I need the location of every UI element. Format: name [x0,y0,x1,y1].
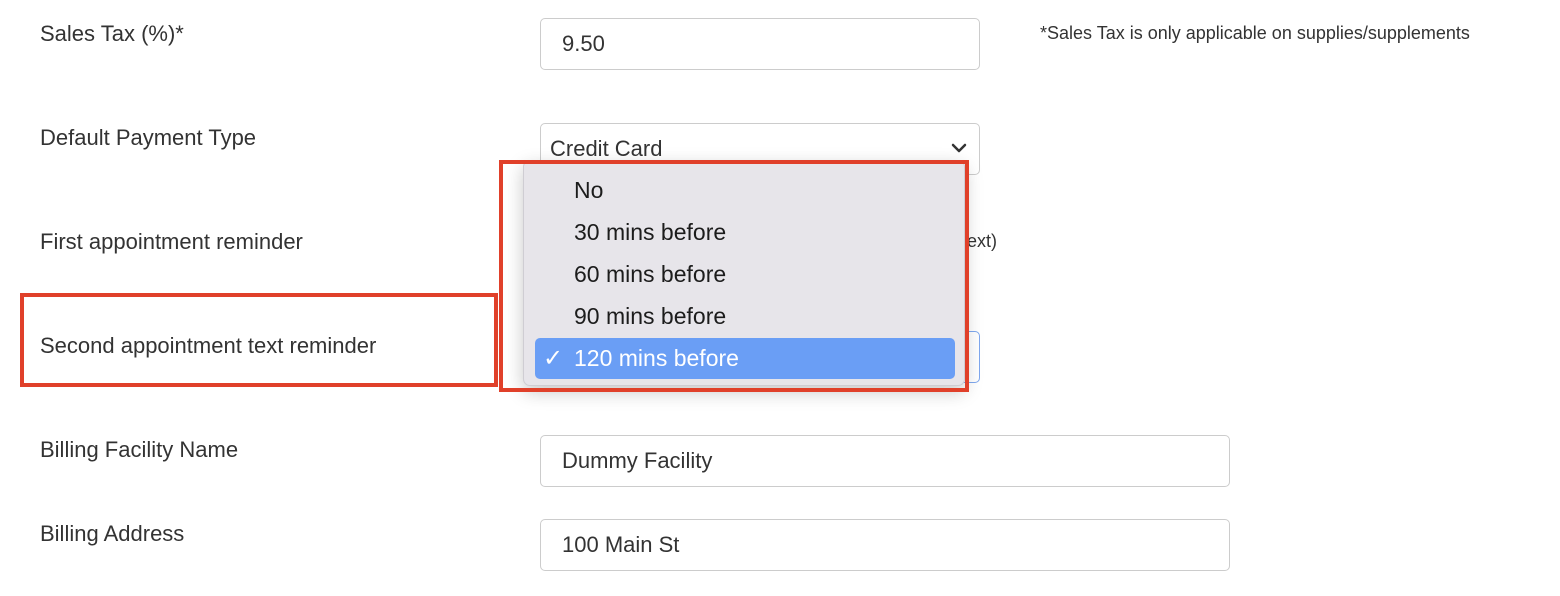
dropdown-option-90[interactable]: 90 mins before [535,296,955,337]
billing-facility-input[interactable]: Dummy Facility [540,435,1230,487]
payment-type-label: Default Payment Type [40,125,257,150]
sales-tax-label: Sales Tax (%)* [40,21,184,46]
dropdown-option-30[interactable]: 30 mins before [535,212,955,253]
first-reminder-label: First appointment reminder [40,229,303,254]
dropdown-option-no[interactable]: No [535,170,955,211]
billing-address-input[interactable]: 100 Main St [540,519,1230,571]
chevron-down-icon [951,143,967,153]
first-reminder-help: text) [962,231,998,251]
dropdown-option-60[interactable]: 60 mins before [535,254,955,295]
billing-facility-label: Billing Facility Name [40,437,239,462]
dropdown-option-120-label: 120 mins before [574,345,739,371]
reminder-dropdown-menu: No 30 mins before 60 mins before 90 mins… [523,160,965,386]
sales-tax-input[interactable]: 9.50 [540,18,980,70]
payment-type-value: Credit Card [550,136,663,161]
sales-tax-note: *Sales Tax is only applicable on supplie… [1040,23,1470,43]
billing-address-label: Billing Address [40,521,185,546]
dropdown-option-120[interactable]: ✓ 120 mins before [535,338,955,379]
checkmark-icon: ✓ [543,345,564,372]
second-reminder-label: Second appointment text reminder [40,333,377,358]
